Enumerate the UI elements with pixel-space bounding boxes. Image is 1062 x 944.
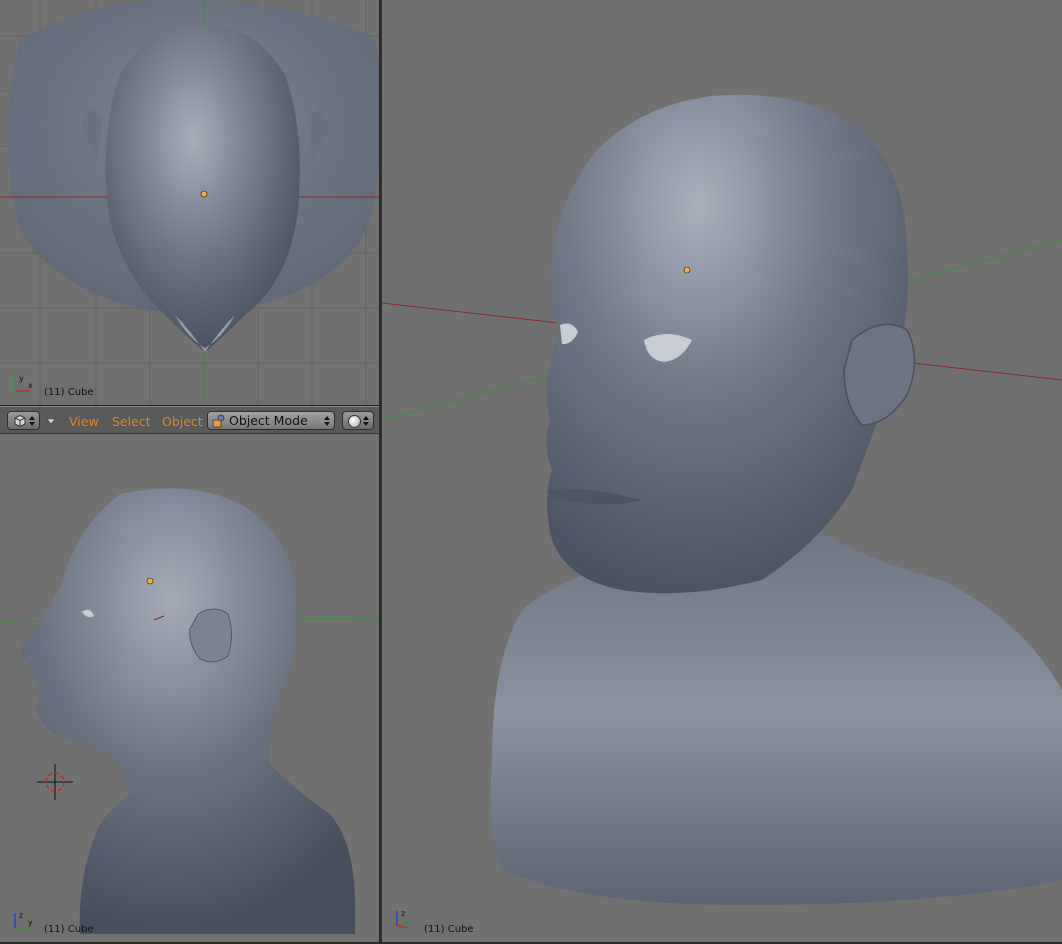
svg-text:y: y: [19, 374, 24, 383]
viewport-shading-select[interactable]: [342, 411, 374, 430]
viewport-side[interactable]: z y (11) Cube: [0, 434, 379, 942]
ear-mesh: [189, 608, 232, 663]
ear-mesh: [843, 323, 916, 426]
svg-text:z: z: [19, 911, 23, 920]
viewport-perspective-label: (11) Cube: [424, 924, 474, 935]
axis-gizmo-icon: z y: [14, 911, 33, 929]
cube-icon: [14, 414, 26, 428]
3d-cursor-icon: [37, 764, 73, 800]
viewport-top[interactable]: y x (11) Cube: [0, 0, 379, 405]
blender-window: y x (11) Cube View Select Object Object …: [0, 0, 1062, 944]
origin-dot: [200, 190, 208, 198]
updown-arrows-icon: [363, 416, 369, 426]
svg-text:z: z: [401, 909, 405, 918]
body-mesh: [490, 520, 1062, 905]
top-view-scene: [0, 0, 379, 405]
menu-object[interactable]: Object: [162, 414, 203, 429]
axis-gizmo-icon: z: [396, 909, 411, 929]
viewport-side-label: (11) Cube: [44, 924, 94, 935]
side-view-scene: [0, 488, 379, 934]
viewport-perspective[interactable]: z (11) Cube: [382, 0, 1062, 942]
collapse-menu-arrow-icon[interactable]: [44, 414, 58, 428]
axis-gizmo-icon: y x: [14, 374, 33, 392]
solid-sphere-icon: [348, 415, 361, 428]
origin-dot: [683, 266, 691, 274]
perspective-view-scene: [382, 94, 1062, 905]
updown-arrows-icon: [29, 416, 35, 426]
menu-select[interactable]: Select: [112, 414, 151, 429]
origin-dot: [146, 577, 154, 585]
3d-view-header: View Select Object Object Mode: [0, 406, 380, 434]
svg-text:x: x: [28, 381, 33, 390]
updown-arrows-icon: [324, 416, 330, 426]
head-side-mesh: [21, 488, 355, 934]
svg-text:y: y: [28, 918, 33, 927]
mode-select-value: Object Mode: [229, 413, 308, 428]
editor-type-button[interactable]: [7, 411, 40, 430]
viewport-top-label: (11) Cube: [44, 387, 94, 398]
object-mode-icon: [212, 414, 225, 428]
mode-select[interactable]: Object Mode: [207, 411, 335, 430]
menu-view[interactable]: View: [69, 414, 99, 429]
